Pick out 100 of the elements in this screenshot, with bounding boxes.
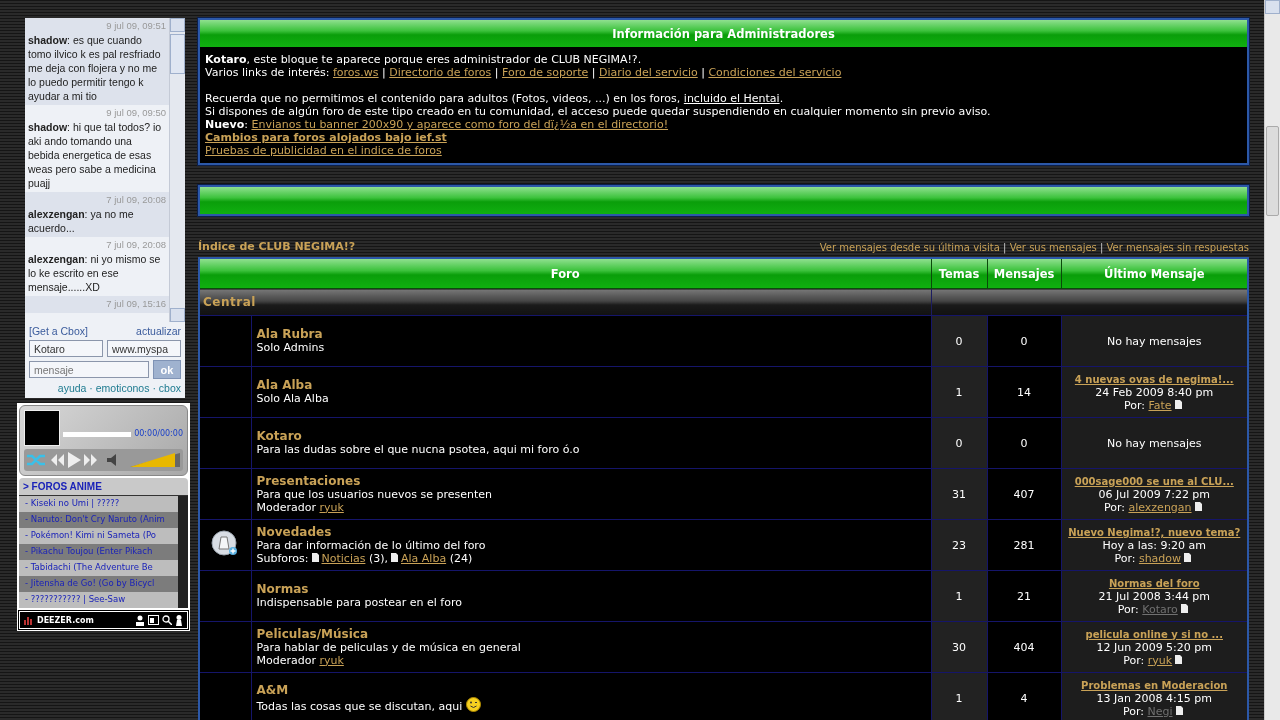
author-link[interactable]: alexzengan [1128,500,1192,514]
posts-count: 281 [987,519,1061,571]
last-post-link[interactable]: 000sage000 se une al CLU... [1074,475,1234,487]
author-link[interactable]: shadow [1138,551,1182,565]
last-post-date: 06 Jul 2009 7:22 pm [1098,487,1211,501]
last-post-link[interactable]: pelicula online y si no ... [1085,628,1223,640]
posts-count: 407 [987,468,1061,520]
notice-link[interactable]: incluido el Hentai [683,92,780,105]
playlist-scrollbar[interactable] [178,496,188,608]
column-header: Mensajes [987,258,1061,289]
by-label: Por: [1122,704,1144,718]
message-field[interactable]: mensaje [29,361,149,378]
separator: · [88,382,94,394]
page-icon [1194,501,1202,511]
subforum-link[interactable]: Ala Alba [401,551,447,565]
moderator-link[interactable]: ryuk [319,653,344,667]
last-post-link[interactable]: Problemas en Moderacion [1081,679,1228,691]
message-time: 7 jul 09, 15:16 [105,297,166,311]
subforum-count: (3), [368,551,388,565]
separator: | [1098,242,1105,253]
ads-link[interactable]: Pruebas de publicidad en el indice de foros [205,144,442,157]
column-header: Temas [931,258,987,289]
forum-description: Para las dudas sobre el que nucna psotea, aqui mi foro ó.o [256,443,580,456]
next-icon[interactable] [83,454,99,466]
author-link[interactable]: Fate [1148,398,1172,412]
page-icon [1180,603,1188,613]
forum-name[interactable]: Kotaro [256,430,302,443]
moderator-link[interactable]: ryuk [319,500,344,514]
user-icon[interactable] [135,614,145,626]
forum-description: Solo Admins [256,341,325,354]
playlist-track[interactable]: - Kiseki no Umi | ????? [19,496,178,512]
message-time: 7 jul 09, 20:08 [105,238,166,252]
author-link[interactable]: Negi [1147,704,1173,718]
chat-scrollbar[interactable] [169,18,185,322]
forum-name[interactable]: Novedades [256,525,332,539]
column-header: Foro [199,258,931,289]
admin-link[interactable]: Directorio de foros [389,66,492,79]
admin-link[interactable]: Diario del servicio [598,66,698,79]
chat-message: shadow: es que cuando tomo ilvico k es pal resfriado me deja con flojera y no me lo puedo permitir tengo k ayudar a mi tio [28,33,162,103]
page-scrollbar[interactable] [1264,0,1280,720]
index-link[interactable]: Ver mensajes sin respuestas [1106,242,1249,253]
forum-name[interactable]: Ala Rubra [256,328,323,341]
last-post-date: 24 Feb 2009 8:40 pm [1095,385,1214,399]
changes-link[interactable]: Cambios para foros alojados bajo ief.st [205,131,447,144]
page-icon [311,552,319,562]
warning-text: Si dispones de algún foro de este tipo creado en tu comunidad, el acceso puede quedar suspendiendo en cualquier momento sin previo aviso. [205,105,992,118]
url-field[interactable]: www.myspa [107,340,181,357]
last-post-date: 12 Jun 2009 5:20 pm [1096,640,1213,654]
topics-count: 0 [931,417,987,469]
intro-text: Kotaro, este bloque te aparece porque eres administrador de CLUB NEGIMA!?. [205,53,643,66]
person-icon[interactable] [175,614,183,626]
playlist-track[interactable]: - ??????????? | See-Saw [19,592,178,608]
get-cbox-link[interactable]: [Get a Cbox] [29,325,88,337]
forum-description: Para hablar de peliculas y de música en general [256,640,521,654]
index-link[interactable]: Ver mensajes desde su última visita [819,242,1000,253]
playlist-track[interactable]: - Pokémon! Kimi ni Sameta (Po [19,528,178,544]
last-post-link[interactable]: Normas del foro [1108,577,1200,589]
admin-link[interactable]: Foro de soporte [502,66,589,79]
forum-name[interactable]: Peliculas/Música [256,627,368,641]
refresh-link[interactable]: actualizar [136,325,181,337]
admin-link[interactable]: foros.ws [333,66,379,79]
window-icon[interactable] [148,615,159,625]
forum-description: Solo Ala Alba [256,392,329,405]
topics-count: 30 [931,621,987,673]
name-field[interactable]: Kotaro [29,340,103,357]
posts-count: 14 [987,366,1061,418]
forum-description: Todas las cosas que se discutan, aqui [256,699,463,713]
author-link[interactable]: ryuk [1147,653,1173,667]
forum-name[interactable]: Normas [256,583,309,596]
chat-footer-link[interactable]: cbox [158,382,181,394]
topics-count: 1 [931,570,987,622]
last-post-date: 21 Jul 2008 3:44 pm [1098,589,1211,603]
last-post-link[interactable]: Nuevo Negima!?, nuevo tema? [1068,526,1241,538]
equalizer-icon [24,615,34,625]
admin-link[interactable]: Condiciones del servicio [708,66,842,79]
by-label: Por: [1123,398,1145,412]
wink-smiley-icon [466,696,482,712]
subforum-link[interactable]: Noticias [321,551,366,565]
shuffle-icon[interactable] [27,454,47,466]
search-icon[interactable] [162,615,172,625]
by-label: Por: [1114,551,1136,565]
brand-name[interactable]: DEEZER.com [37,615,94,625]
chat-footer-link[interactable]: ayuda [57,382,87,394]
index-title[interactable]: Índice de CLUB NEGIMA!? [198,240,356,253]
playlist-track[interactable]: - Tabidachi (The Adventure Be [19,560,178,576]
chat-footer-link[interactable]: emoticonos [95,382,150,394]
separator: · [151,382,157,394]
forum-name[interactable]: Presentaciones [256,474,361,488]
forum-description: Para dar información de lo último del foro [256,538,486,552]
forum-name[interactable]: Ala Alba [256,379,313,392]
by-label: Por: [1103,500,1125,514]
last-post-link[interactable]: 4 nuevas ovas de negima!... [1074,373,1234,385]
topics-count: 0 [931,315,987,367]
play-icon[interactable] [67,452,81,468]
page-icon [1175,654,1183,664]
previous-icon[interactable] [49,454,65,466]
banner-link[interactable]: Envianos tu banner 200x90 y aparece como foro del dï¿½a en el directorio! [251,118,669,131]
subforum-count: (24) [449,551,473,565]
index-link[interactable]: Ver sus mensajes [1009,242,1097,253]
forum-name[interactable]: A&M [256,683,289,697]
